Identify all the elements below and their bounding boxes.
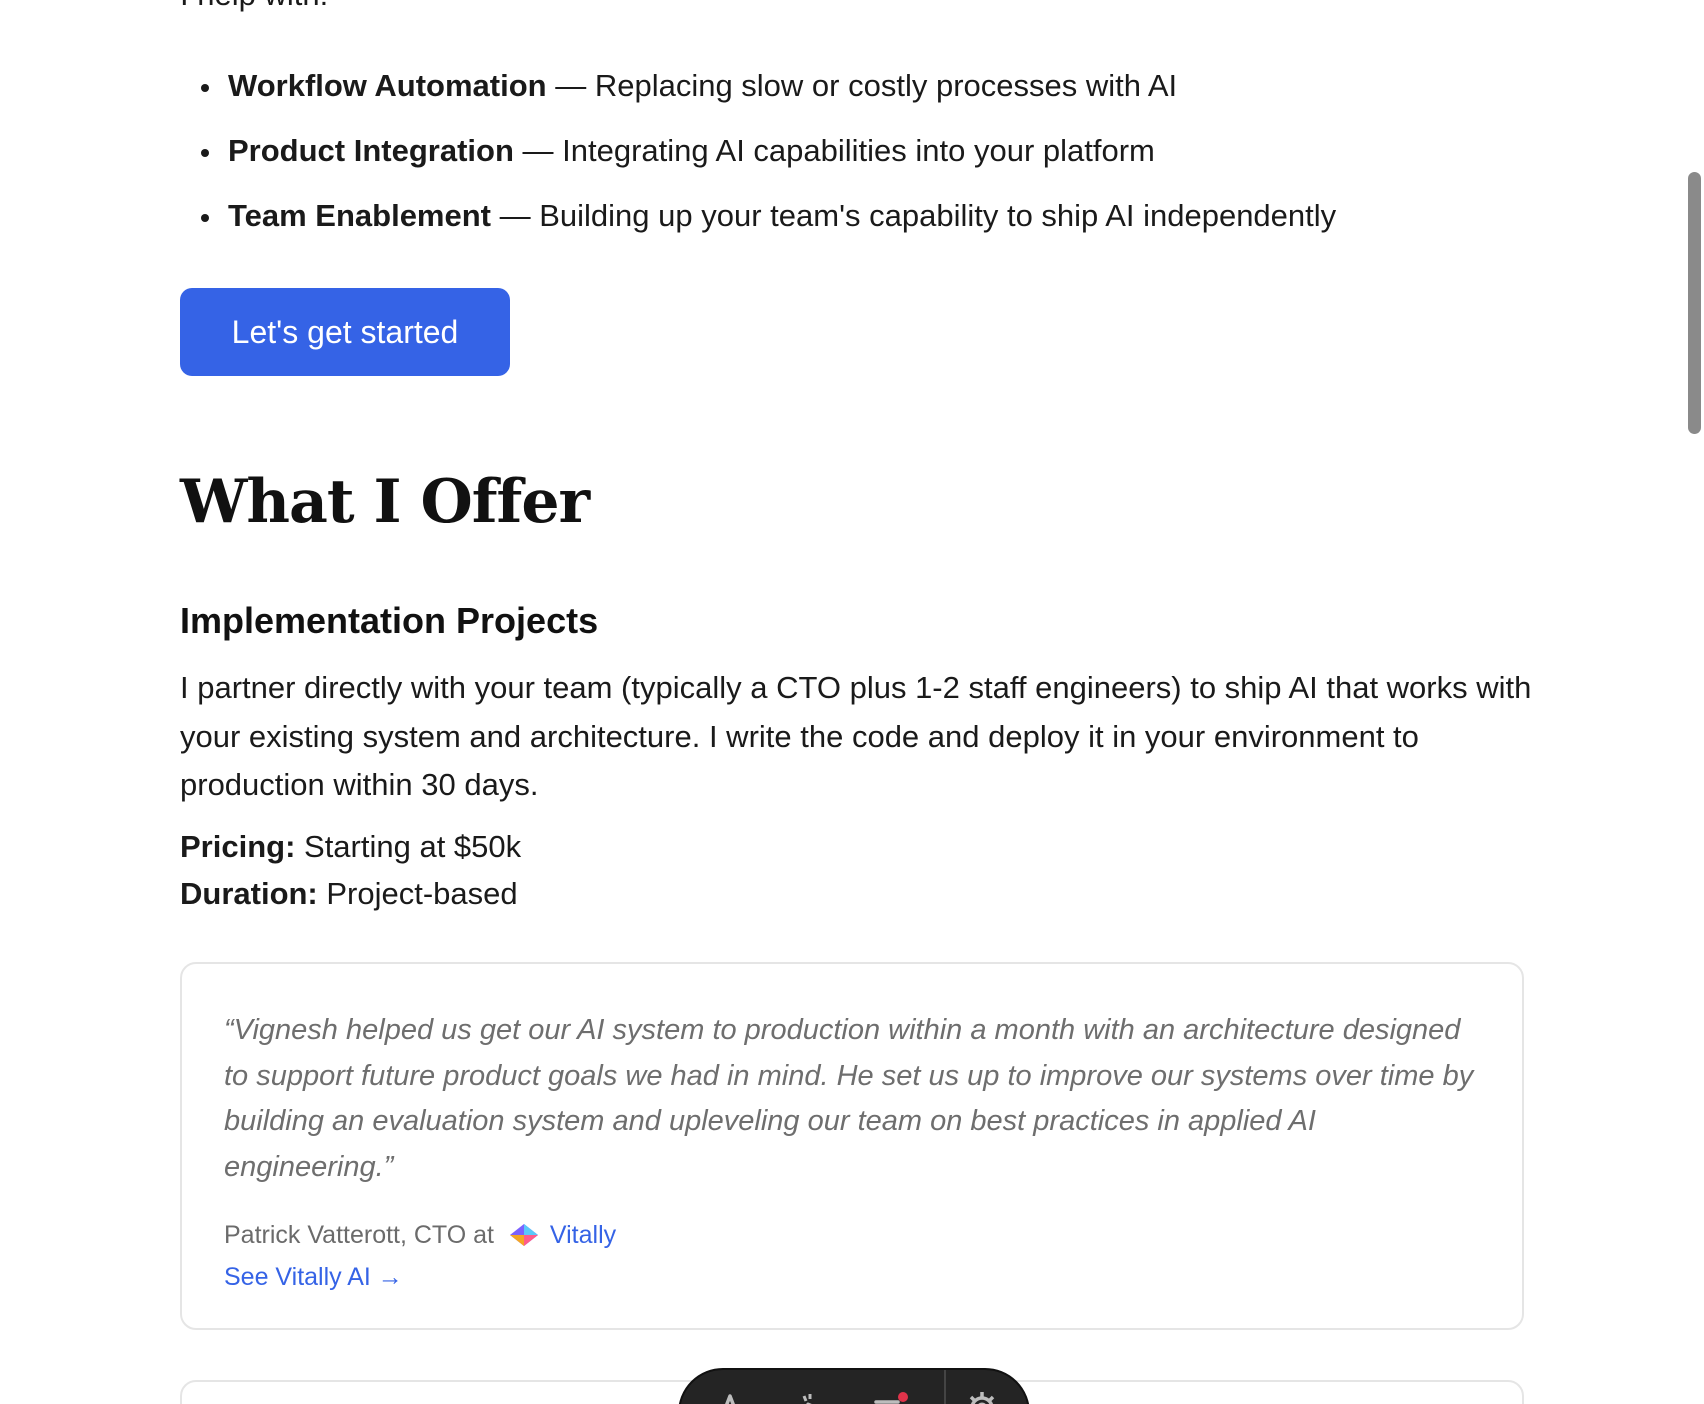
- pricing-value: Starting at $50k: [295, 829, 522, 864]
- text-icon[interactable]: [710, 1388, 750, 1404]
- duration-label: Duration:: [180, 876, 318, 911]
- offer-heading: What I Offer: [180, 467, 590, 537]
- implementation-heading: Implementation Projects: [180, 600, 599, 641]
- list-item: Workflow Automation — Replacing slow or …: [200, 64, 1336, 108]
- company-link[interactable]: Vitally: [550, 1221, 616, 1249]
- notification-dot: [898, 1392, 908, 1402]
- menu-icon[interactable]: [870, 1388, 910, 1404]
- list-item-desc: — Integrating AI capabilities into your …: [513, 133, 1155, 168]
- pricing-label: Pricing:: [180, 829, 296, 864]
- testimonial-card: “Vignesh helped us get our AI system to …: [180, 962, 1524, 1330]
- pointer-icon[interactable]: [790, 1388, 830, 1404]
- testimonial-attribution: Patrick Vatterott, CTO at Vitally: [224, 1218, 616, 1252]
- list-item: Product Integration — Integrating AI cap…: [200, 129, 1336, 173]
- list-item-desc: — Replacing slow or costly processes wit…: [546, 68, 1178, 103]
- intro-text: I help with:: [180, 0, 328, 12]
- list-item-desc: — Building up your team's capability to …: [491, 198, 1337, 233]
- see-case-study-link[interactable]: See Vitally AI →: [224, 1260, 403, 1294]
- gear-icon[interactable]: [962, 1388, 1002, 1404]
- get-started-button[interactable]: Let's get started: [180, 288, 510, 376]
- pricing-line: Pricing: Starting at $50k: [180, 825, 521, 869]
- list-item-title: Workflow Automation: [228, 68, 547, 103]
- duration-value: Project-based: [317, 876, 518, 911]
- testimonial-quote: “Vignesh helped us get our AI system to …: [224, 1014, 1474, 1183]
- page: I help with: Workflow Automation — Repla…: [0, 0, 1704, 1404]
- vitally-logo-icon: [509, 1224, 538, 1246]
- scrollbar-thumb[interactable]: [1688, 172, 1701, 434]
- toolbar-divider: [944, 1370, 946, 1404]
- duration-line: Duration: Project-based: [180, 872, 518, 916]
- floating-toolbar: [678, 1368, 1030, 1404]
- help-list: Workflow Automation — Replacing slow or …: [180, 64, 1336, 259]
- testimonial-author: Patrick Vatterott, CTO at: [224, 1221, 494, 1249]
- implementation-description: I partner directly with your team (typic…: [180, 670, 1532, 802]
- list-item-title: Team Enablement: [228, 198, 492, 233]
- list-item: Team Enablement — Building up your team'…: [200, 194, 1337, 238]
- list-item-title: Product Integration: [228, 133, 514, 168]
